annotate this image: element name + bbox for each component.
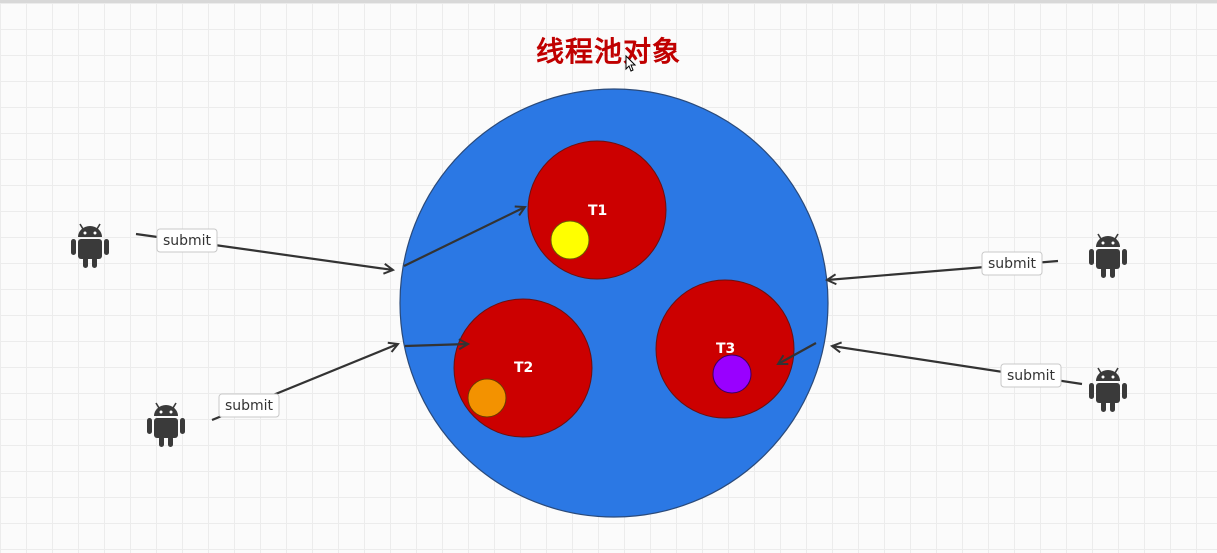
edge-label-right-top: submit bbox=[981, 251, 1043, 276]
edge-label-left-top-text: submit bbox=[163, 233, 212, 249]
edge-label-left-top: submit bbox=[156, 228, 218, 253]
edge-label-right-bottom-text: submit bbox=[1007, 368, 1056, 384]
edge-label-right-top-text: submit bbox=[988, 256, 1037, 272]
android-icon bbox=[1088, 233, 1128, 279]
thread-t1-label: T1 bbox=[588, 203, 607, 219]
task-t3-circle bbox=[712, 354, 752, 394]
edge-label-right-bottom: submit bbox=[1000, 363, 1062, 388]
task-t2-circle bbox=[467, 378, 507, 418]
edge-label-left-bottom: submit bbox=[218, 393, 280, 418]
task-t1-circle bbox=[550, 220, 590, 260]
android-icon bbox=[1088, 367, 1128, 413]
thread-t2-label: T2 bbox=[514, 360, 533, 376]
thread-pool-diagram: T1 T2 T3 submit submit submit submit bbox=[70, 54, 1128, 518]
edge-label-left-bottom-text: submit bbox=[225, 398, 274, 414]
mouse-cursor-icon bbox=[625, 54, 637, 72]
android-icon bbox=[146, 402, 186, 448]
android-icon bbox=[70, 223, 110, 269]
thread-t3-label: T3 bbox=[716, 341, 735, 357]
